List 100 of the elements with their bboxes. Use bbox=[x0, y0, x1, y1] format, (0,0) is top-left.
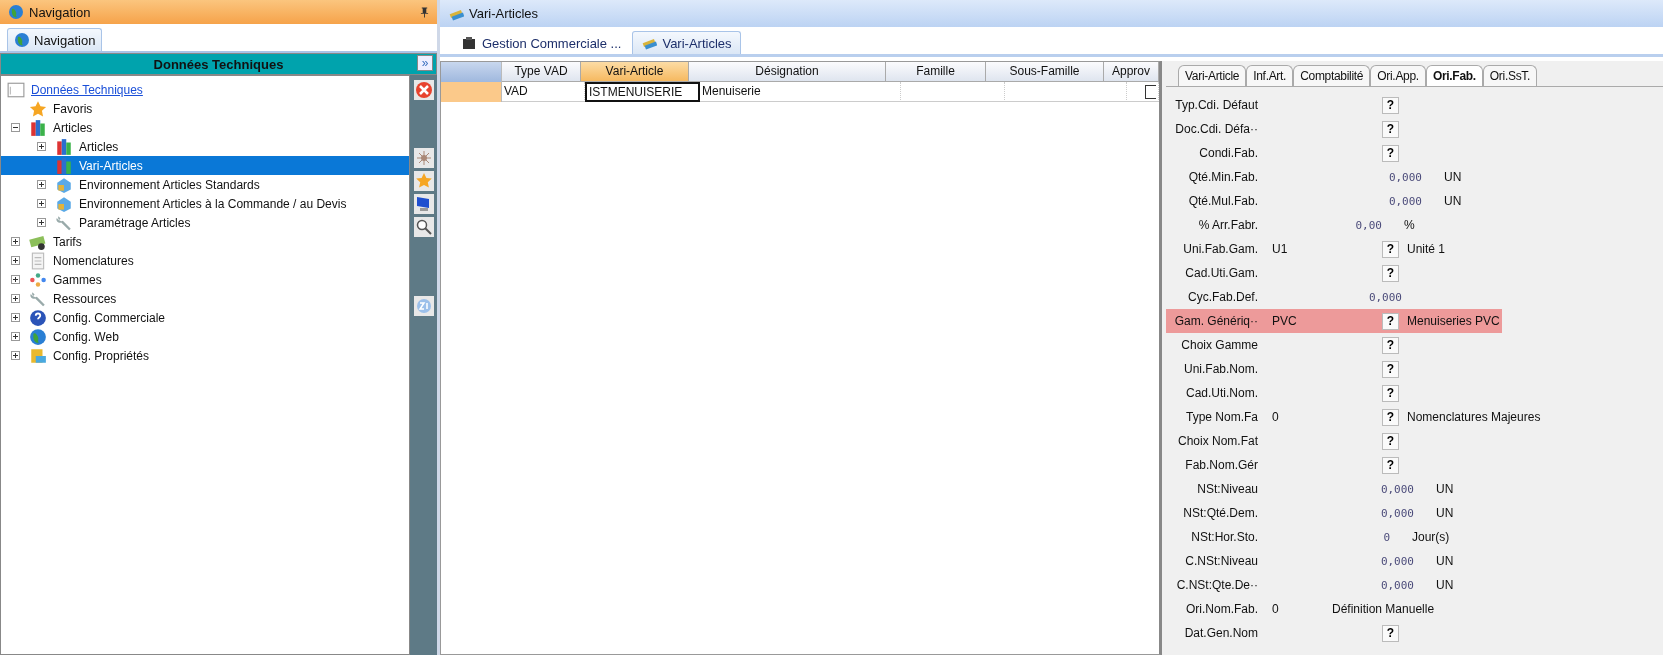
field-label: Dat.Gen.Nom bbox=[1183, 626, 1259, 640]
help-icon bbox=[29, 308, 47, 327]
help-button[interactable]: ? bbox=[1382, 408, 1399, 426]
number-value: 0,000 bbox=[1387, 194, 1422, 208]
books-icon bbox=[55, 137, 73, 156]
tree-item[interactable]: Config. Propriétés bbox=[1, 346, 409, 365]
field-label: NSt:Hor.Sto. bbox=[1190, 530, 1259, 544]
wrench-icon bbox=[55, 213, 73, 232]
help-button[interactable]: ? bbox=[1382, 144, 1399, 162]
number-value: 0 bbox=[1382, 530, 1390, 544]
close-icon[interactable] bbox=[413, 80, 434, 100]
field-label: C.NSt:Niveau bbox=[1184, 554, 1259, 568]
sort-icon[interactable] bbox=[413, 296, 434, 316]
section-title: Données Techniques bbox=[153, 56, 284, 72]
help-button[interactable]: ? bbox=[1382, 384, 1399, 402]
field-value: 0 bbox=[1272, 410, 1280, 424]
star-icon bbox=[29, 99, 47, 118]
detail-tab[interactable]: Vari-Article bbox=[1178, 65, 1247, 86]
panel-tab[interactable]: Navigation bbox=[7, 28, 103, 51]
search-icon[interactable] bbox=[413, 217, 434, 237]
unit-label: UN bbox=[1444, 194, 1462, 208]
tree-item[interactable]: Environnement Articles à la Commande / au Devis bbox=[1, 194, 409, 213]
column-header[interactable]: Type VAD bbox=[502, 62, 581, 82]
collapse-button[interactable]: » bbox=[417, 55, 433, 71]
column-header[interactable]: Famille bbox=[886, 62, 986, 82]
column-header[interactable]: Vari-Article bbox=[581, 62, 689, 82]
unit-label: UN bbox=[1444, 170, 1462, 184]
list-icon bbox=[29, 251, 47, 270]
pin-icon[interactable] bbox=[420, 6, 429, 18]
globe-icon bbox=[29, 327, 47, 346]
document-tab[interactable]: Gestion Commerciale ... bbox=[452, 31, 631, 54]
column-header[interactable]: Approv bbox=[1104, 62, 1159, 82]
detail-tab[interactable]: Ori.App. bbox=[1370, 65, 1426, 86]
tree-item[interactable]: Données Techniques bbox=[1, 80, 409, 99]
drawer-icon bbox=[29, 346, 47, 365]
table-cell: Menuiserie bbox=[700, 82, 901, 102]
tree-item[interactable]: Articles bbox=[1, 118, 409, 137]
tree-item[interactable]: Config. Web bbox=[1, 327, 409, 346]
help-button[interactable]: ? bbox=[1382, 120, 1399, 138]
tree-item[interactable]: Articles bbox=[1, 137, 409, 156]
globe-icon bbox=[14, 32, 30, 48]
help-button[interactable]: ? bbox=[1382, 96, 1399, 114]
globe-icon bbox=[8, 4, 24, 20]
document-tab[interactable]: Vari-Articles bbox=[632, 31, 741, 54]
detail-tab[interactable]: Comptabilité bbox=[1293, 65, 1371, 86]
field-label: C.NSt:Qte.De·· bbox=[1175, 578, 1259, 592]
field-label: Type Nom.Fa bbox=[1184, 410, 1259, 424]
number-value: 0,000 bbox=[1379, 578, 1414, 592]
field-label: Doc.Cdi. Défa·· bbox=[1174, 122, 1259, 136]
unit-label: % bbox=[1404, 218, 1415, 232]
tree-item[interactable]: Tarifs bbox=[1, 232, 409, 251]
field-label: Fab.Nom.Gér bbox=[1184, 458, 1259, 472]
field-value: U1 bbox=[1272, 242, 1289, 256]
monitor-icon[interactable] bbox=[413, 194, 434, 214]
help-button[interactable]: ? bbox=[1382, 336, 1399, 354]
field-value: PVC bbox=[1272, 314, 1298, 328]
tree-item[interactable]: Favoris bbox=[1, 99, 409, 118]
help-button[interactable]: ? bbox=[1382, 432, 1399, 450]
field-label: Qté.Mul.Fab. bbox=[1187, 194, 1259, 208]
document-title: Vari-Articles bbox=[469, 6, 539, 21]
tree-item[interactable]: Ressources bbox=[1, 289, 409, 308]
help-button[interactable]: ? bbox=[1382, 264, 1399, 282]
help-button[interactable]: ? bbox=[1382, 624, 1399, 642]
detail-tab[interactable]: Ori.SsT. bbox=[1482, 65, 1538, 86]
unit-label: UN bbox=[1436, 554, 1454, 568]
star-icon[interactable] bbox=[413, 171, 434, 191]
books-icon bbox=[29, 118, 47, 137]
column-header[interactable]: Sous-Famille bbox=[986, 62, 1104, 82]
tree-item[interactable]: Vari-Articles bbox=[1, 156, 409, 175]
column-header[interactable]: Désignation bbox=[689, 62, 886, 82]
field-description: Nomenclatures Majeures bbox=[1407, 410, 1541, 424]
field-label: NSt:Niveau bbox=[1196, 482, 1259, 496]
field-label: % Arr.Fabr. bbox=[1197, 218, 1259, 232]
field-description: Définition Manuelle bbox=[1332, 602, 1435, 616]
number-value: 0,000 bbox=[1379, 506, 1414, 520]
field-label: Ori.Nom.Fab. bbox=[1185, 602, 1259, 616]
tree-item[interactable]: Nomenclatures bbox=[1, 251, 409, 270]
document-icon bbox=[7, 80, 25, 99]
detail-tab[interactable]: Ori.Fab. bbox=[1425, 65, 1483, 86]
tree-item[interactable]: Environnement Articles Standards bbox=[1, 175, 409, 194]
unit-label: UN bbox=[1436, 506, 1454, 520]
number-value: 0,000 bbox=[1367, 290, 1402, 304]
help-button[interactable]: ? bbox=[1382, 312, 1399, 330]
unit-label: UN bbox=[1436, 482, 1454, 496]
network-icon[interactable] bbox=[413, 148, 434, 168]
help-button[interactable]: ? bbox=[1382, 360, 1399, 378]
number-value: 0,000 bbox=[1379, 482, 1414, 496]
field-label: Qté.Min.Fab. bbox=[1187, 170, 1259, 184]
briefcase-icon bbox=[461, 35, 477, 51]
table-cell: ISTMENUISERIE bbox=[585, 82, 700, 102]
field-label: Choix Gamme bbox=[1180, 338, 1259, 352]
tree-item[interactable]: Config. Commerciale bbox=[1, 308, 409, 327]
field-description: Unité 1 bbox=[1407, 242, 1446, 256]
tree-item[interactable]: Paramétrage Articles bbox=[1, 213, 409, 232]
field-value: 0 bbox=[1272, 602, 1280, 616]
checkbox[interactable] bbox=[1145, 84, 1156, 99]
tree-item[interactable]: Gammes bbox=[1, 270, 409, 289]
help-button[interactable]: ? bbox=[1382, 240, 1399, 258]
help-button[interactable]: ? bbox=[1382, 456, 1399, 474]
detail-tab[interactable]: Inf.Art. bbox=[1246, 65, 1294, 86]
